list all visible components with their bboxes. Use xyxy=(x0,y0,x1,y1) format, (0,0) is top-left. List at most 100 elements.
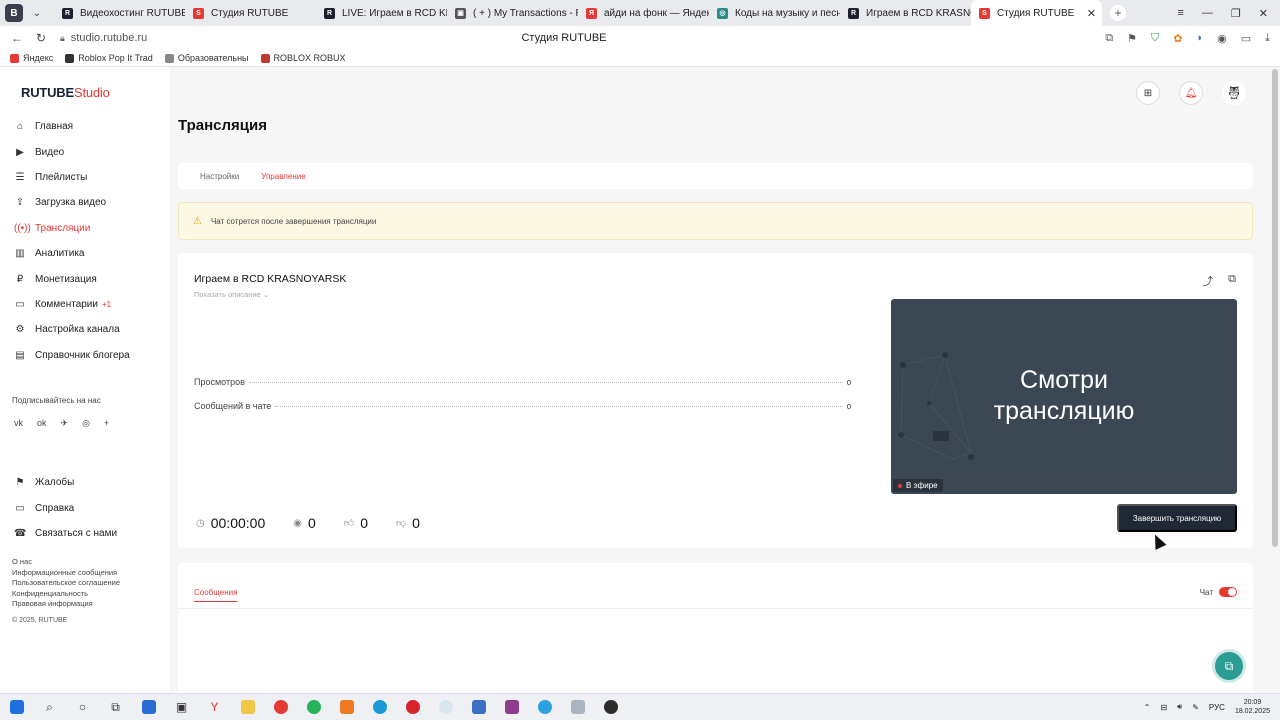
folder-icon[interactable] xyxy=(231,700,264,714)
extension-icon[interactable]: ✿ xyxy=(1173,32,1182,45)
browser-tab[interactable]: ◎ Коды на музыку и песни xyxy=(709,0,840,26)
browser-tab[interactable]: R Играем в RCD KRASNOY xyxy=(840,0,971,26)
telegram-icon[interactable] xyxy=(528,700,561,714)
social-icon[interactable]: ok xyxy=(37,418,47,429)
whatsapp-icon[interactable] xyxy=(297,700,330,714)
footer-link[interactable]: Конфиденциальность xyxy=(12,589,120,600)
sidebar-item-label: Справочник блогера xyxy=(35,349,130,361)
upload-icon[interactable]: ⊞ xyxy=(1136,81,1160,105)
footer-link[interactable]: О нас xyxy=(12,557,120,568)
browser-tab[interactable]: R Видеохостинг RUTUBE. С xyxy=(54,0,185,26)
sidebar-item[interactable]: ▶ Видео xyxy=(0,139,170,164)
browser-tab[interactable]: S Студия RUTUBE ✕ xyxy=(971,0,1102,26)
app-grey-icon[interactable] xyxy=(561,700,594,714)
language-indicator[interactable]: РУС xyxy=(1209,703,1225,712)
sidebar-item[interactable]: ▭ Комментарии +1 xyxy=(0,292,170,317)
minimize-icon[interactable]: — xyxy=(1202,7,1213,20)
download-icon[interactable]: ⤓ xyxy=(1265,32,1270,45)
bookmark-item[interactable]: ROBLOX ROBUX xyxy=(260,53,346,63)
app-light-icon[interactable] xyxy=(429,700,462,714)
yandex-browser-icon[interactable]: Y xyxy=(198,700,231,714)
footer-link[interactable]: Пользовательское соглашение xyxy=(12,578,120,589)
sidebar-item[interactable]: ▥ Аналитика xyxy=(0,241,170,266)
share-icon[interactable]: ⤴ xyxy=(1202,273,1213,289)
tab-item[interactable]: Настройки xyxy=(200,172,239,181)
end-stream-button[interactable]: Завершить трансляцию xyxy=(1117,504,1237,532)
copyright: © 2025, RUTUBE xyxy=(12,617,68,624)
close-window-icon[interactable]: ✕ xyxy=(1259,7,1268,20)
scrollbar[interactable] xyxy=(1272,69,1278,547)
app-blue-icon[interactable] xyxy=(462,700,495,714)
collections-icon[interactable]: ▭ xyxy=(1241,32,1251,45)
avatar[interactable]: 🦉︎ xyxy=(1222,81,1246,105)
translate-icon[interactable]: ⧉ xyxy=(1105,32,1113,45)
chat-toggle[interactable] xyxy=(1219,587,1237,597)
shield-icon[interactable]: ⛉ xyxy=(1151,32,1159,45)
thumbs-up-icon: 👍︎ xyxy=(343,518,355,529)
bookmark-icon[interactable]: ⚑ xyxy=(1127,32,1137,45)
sidebar-item[interactable]: ☎ Связаться с нами xyxy=(0,521,170,546)
sidebar-item-label: Связаться с нами xyxy=(35,527,118,539)
task-view-icon[interactable]: ⧉ xyxy=(99,700,132,715)
sidebar-item[interactable]: ((•)) Трансляции xyxy=(0,216,170,241)
browser-tab[interactable]: S Студия RUTUBE xyxy=(185,0,316,26)
support-chat-icon[interactable]: ⧉ xyxy=(1212,649,1246,683)
tray-chevron-icon[interactable]: ⌃ xyxy=(1144,703,1151,712)
app-dark-icon[interactable] xyxy=(594,700,627,714)
back-icon[interactable]: ← xyxy=(10,31,24,45)
footer-link[interactable]: Информационные сообщения xyxy=(12,568,120,579)
rutube-studio-logo[interactable]: RUTUBEStudio xyxy=(21,85,110,100)
winrar-icon[interactable] xyxy=(495,700,528,714)
sidebar-item[interactable]: ⇪ Загрузка видео xyxy=(0,190,170,215)
browser-tab[interactable]: Яайди на фонк — Яндекс: н xyxy=(578,0,709,26)
opera-icon[interactable] xyxy=(396,700,429,714)
open-external-icon[interactable]: ⧉ xyxy=(1228,273,1236,289)
tab-item[interactable]: Управление xyxy=(261,172,305,181)
reload-icon[interactable]: ↻ xyxy=(34,31,48,45)
store-icon[interactable] xyxy=(132,700,165,714)
stream-preview[interactable]: Смотри трансляцию В эфире xyxy=(891,299,1237,494)
chat-warning-alert: ⚠ Чат сотрется после завершения трансляц… xyxy=(178,202,1253,240)
pen-icon[interactable]: ✎ xyxy=(1192,703,1199,712)
bookmark-item[interactable]: Яндекс xyxy=(10,53,53,63)
start-icon[interactable] xyxy=(0,700,33,714)
tab-messages[interactable]: Сообщения xyxy=(194,588,238,602)
sidebar-item[interactable]: ☰ Плейлисты xyxy=(0,165,170,190)
browser-tab[interactable]: R LIVE: Играем в RCD KRAS xyxy=(316,0,447,26)
footer-link[interactable]: Правовая информация xyxy=(12,599,120,610)
cortana-icon[interactable]: ○ xyxy=(66,700,99,714)
edge-icon[interactable] xyxy=(363,700,396,714)
search-icon[interactable]: ⌕ xyxy=(33,700,66,715)
sidebar-item[interactable]: ⚙ Настройка канала xyxy=(0,317,170,342)
tab-list-icon[interactable]: ≡ xyxy=(1177,7,1183,20)
maximize-icon[interactable]: ❐ xyxy=(1231,7,1241,20)
social-icon[interactable]: ✈ xyxy=(61,418,69,429)
bookmark-item[interactable]: Roblox Pop It Trad xyxy=(65,53,153,63)
voice-icon[interactable]: ◗ xyxy=(1196,32,1203,45)
sidebar-item[interactable]: ▭ Справка xyxy=(0,495,170,520)
notifications-icon[interactable]: 🔔︎ xyxy=(1179,81,1203,105)
network-icon[interactable]: ⊟ xyxy=(1160,703,1167,712)
clock[interactable]: 20:09 18.02.2025 xyxy=(1235,698,1270,716)
yandex-icon[interactable] xyxy=(264,700,297,714)
url-field[interactable]: 🔒︎ studio.rutube.ru xyxy=(60,32,147,44)
media-icon[interactable]: ◉ xyxy=(1217,32,1227,45)
sidebar-item[interactable]: ⚑ Жалобы xyxy=(0,470,170,495)
social-icon[interactable]: vk xyxy=(14,418,23,429)
tab-strip: R Видеохостинг RUTUBE. С S Студия RUTUBE R LI… xyxy=(54,0,1102,26)
browser-tab[interactable]: ▣ ( + ) My Transactions - Ro xyxy=(447,0,578,26)
tabs-dropdown-icon[interactable]: ⌄ xyxy=(28,4,46,22)
tab-close-icon[interactable]: ✕ xyxy=(1087,7,1096,20)
sidebar-item[interactable]: ₽ Монетизация xyxy=(0,266,170,291)
sidebar-item[interactable]: ▤ Справочник блогера xyxy=(0,343,170,368)
bookmark-item[interactable]: Образовательны xyxy=(164,53,249,63)
social-icon[interactable]: ◎ xyxy=(82,418,90,429)
sidebar-item[interactable]: ⌂ Главная xyxy=(0,114,170,139)
browser-menu-icon[interactable]: B xyxy=(5,4,23,22)
volume-icon[interactable]: 🔊︎ xyxy=(1177,702,1182,712)
chip-icon[interactable]: ▣ xyxy=(165,700,198,714)
social-icon[interactable]: + xyxy=(104,418,109,429)
new-tab-button[interactable]: + xyxy=(1110,5,1126,21)
app-orange-icon[interactable] xyxy=(330,700,363,714)
show-description-link[interactable]: Показать описание ⌄ xyxy=(194,290,269,299)
